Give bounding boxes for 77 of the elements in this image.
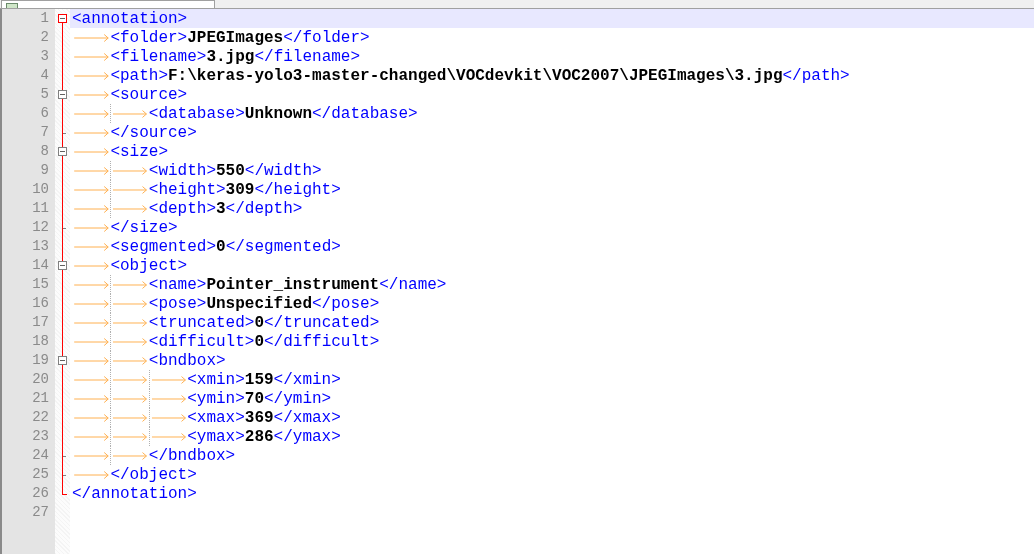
fold-toggle-icon[interactable] <box>58 356 67 365</box>
line-number: 22 <box>32 408 49 427</box>
code-text: </object> <box>110 465 197 484</box>
code-text: </bndbox> <box>148 446 236 465</box>
line-number: 8 <box>40 142 49 161</box>
code-text: <truncated>0</truncated> <box>148 313 380 332</box>
line-number: 3 <box>40 47 49 66</box>
tab-arrow-icon <box>110 351 149 370</box>
tab-arrow-icon <box>148 427 188 446</box>
tab-arrow-icon <box>110 104 149 123</box>
code-text: <size> <box>110 142 168 161</box>
code-text: <path>F:\keras-yolo3-master-changed\VOCdevkit\VOC2007\JPEGImages\3.jpg</path> <box>110 66 850 85</box>
line-number: 13 <box>32 237 49 256</box>
tab-arrow-icon <box>110 313 149 332</box>
tab-arrow-icon <box>110 161 149 180</box>
code-text: <depth>3</depth> <box>148 199 303 218</box>
line-number: 9 <box>40 161 49 180</box>
fold-toggle-icon[interactable] <box>58 14 67 23</box>
code-text: <ymin>70</ymin> <box>187 389 332 408</box>
code-text: </size> <box>110 218 178 237</box>
code-text: <name>Pointer_instrument</name> <box>148 275 447 294</box>
code-text: <database>Unknown</database> <box>148 104 418 123</box>
line-number: 11 <box>32 199 49 218</box>
tab-arrow-icon <box>148 370 188 389</box>
code-text: <ymax>286</ymax> <box>187 427 341 446</box>
tab-arrow-icon <box>110 370 149 389</box>
line-number: 4 <box>40 66 49 85</box>
code-text: <width>550</width> <box>148 161 322 180</box>
code-text: <annotation> <box>72 9 188 28</box>
fold-toggle-icon[interactable] <box>58 147 67 156</box>
tab-arrow-icon <box>110 294 149 313</box>
line-number: 5 <box>40 85 49 104</box>
line-number: 6 <box>40 104 49 123</box>
code-text: <filename>3.jpg</filename> <box>110 47 361 66</box>
tab-arrow-icon <box>110 408 149 427</box>
code-text: </source> <box>110 123 197 142</box>
line-number: 15 <box>32 275 49 294</box>
tab-arrow-icon <box>148 389 188 408</box>
line-number: 20 <box>32 370 49 389</box>
code-text: <height>309</height> <box>148 180 341 199</box>
code-text: <source> <box>110 85 188 104</box>
tab-arrow-icon <box>110 199 149 218</box>
line-number: 10 <box>32 180 49 199</box>
line-number: 23 <box>32 427 49 446</box>
line-number: 2 <box>40 28 49 47</box>
line-number: 27 <box>32 503 49 522</box>
tab-arrow-icon <box>110 180 149 199</box>
code-text: </annotation> <box>72 484 197 503</box>
line-number: 25 <box>32 465 49 484</box>
code-text: <pose>Unspecified</pose> <box>148 294 380 313</box>
tab-arrow-icon <box>110 446 149 465</box>
code-text: <folder>JPEGImages</folder> <box>110 28 370 47</box>
line-number: 24 <box>32 446 49 465</box>
code-text: <difficult>0</difficult> <box>148 332 380 351</box>
line-number: 1 <box>40 9 49 28</box>
file-tab[interactable] <box>1 0 215 8</box>
tab-arrow-icon <box>110 389 149 408</box>
line-number: 17 <box>32 313 49 332</box>
tab-arrow-icon <box>148 408 188 427</box>
line-number: 19 <box>32 351 49 370</box>
fold-toggle-icon[interactable] <box>58 90 67 99</box>
line-number: 12 <box>32 218 49 237</box>
code-text: <xmax>369</xmax> <box>187 408 341 427</box>
line-number: 16 <box>32 294 49 313</box>
line-number: 18 <box>32 332 49 351</box>
line-number: 7 <box>40 123 49 142</box>
tab-arrow-icon <box>110 427 149 446</box>
code-text: <object> <box>110 256 188 275</box>
tab-arrow-icon <box>110 332 149 351</box>
fold-toggle-icon[interactable] <box>58 261 67 270</box>
code-text: <xmin>159</xmin> <box>187 370 341 389</box>
line-number: 14 <box>32 256 49 275</box>
line-number: 26 <box>32 484 49 503</box>
tab-arrow-icon <box>110 275 149 294</box>
code-text: <bndbox> <box>148 351 226 370</box>
line-number: 21 <box>32 389 49 408</box>
code-text: <segmented>0</segmented> <box>110 237 341 256</box>
